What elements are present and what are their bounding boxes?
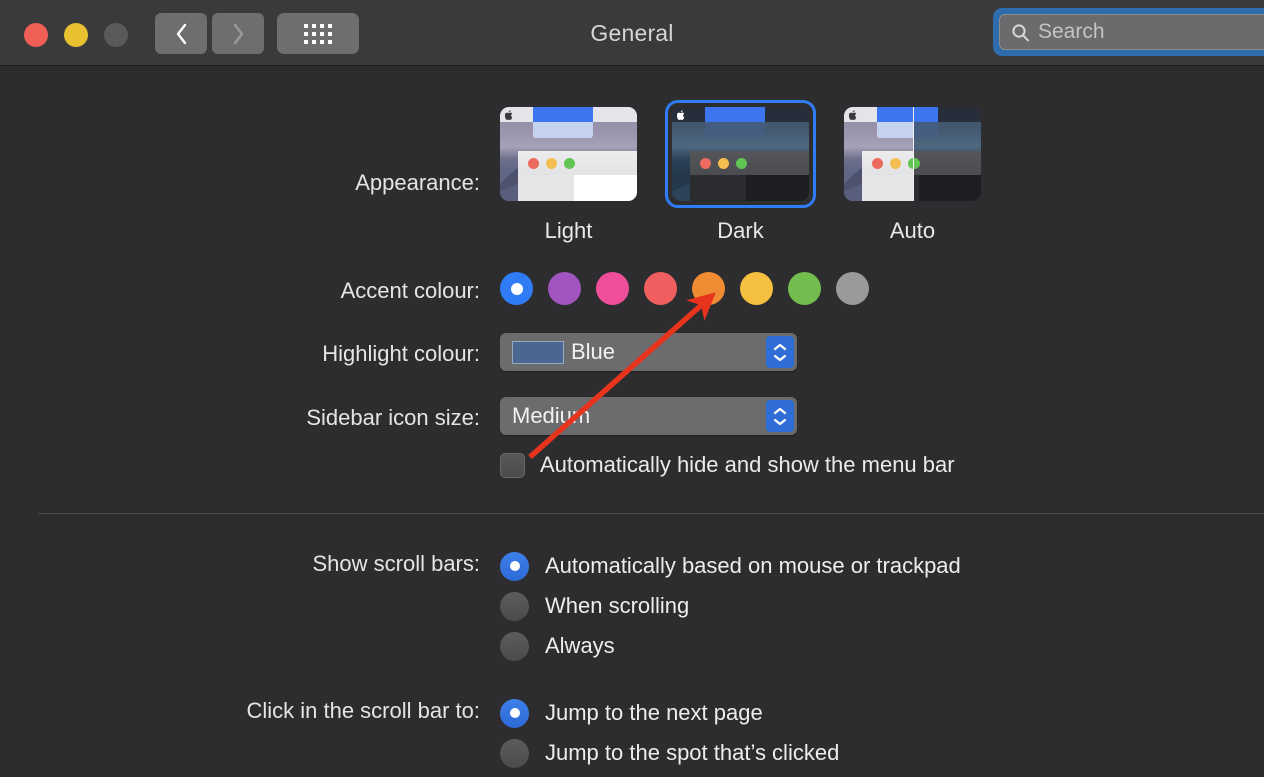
click-scroll-bar-label: Click in the scroll bar to: [246, 698, 480, 723]
appearance-label-light: Light [544, 218, 593, 243]
apple-logo-icon [849, 109, 857, 120]
window-titlebar: General Search [0, 0, 1264, 66]
show-scroll-bars-label: Show scroll bars: [312, 551, 480, 576]
sidebar-icon-size-label: Sidebar icon size: [306, 405, 480, 430]
appearance-thumb-dark-frame [665, 100, 816, 208]
search-field-focus-ring: Search [993, 8, 1264, 56]
thumb-close-dot [527, 157, 539, 169]
accent-colour-label: Accent colour: [340, 278, 480, 303]
auto-light-half [844, 107, 913, 201]
search-icon [1012, 23, 1029, 41]
scrollclick-option-next-page[interactable]: Jump to the next page [500, 693, 839, 733]
radio-label-scrollbars-when-scrolling: When scrolling [545, 593, 690, 618]
accent-swatch-purple[interactable] [548, 272, 581, 305]
chevron-down-icon [773, 418, 787, 425]
chevron-up-icon [773, 343, 787, 350]
radio-label-scrollclick-next-page: Jump to the next page [545, 700, 763, 725]
accent-swatch-blue[interactable] [500, 272, 533, 305]
accent-swatch-yellow[interactable] [740, 272, 773, 305]
scrollbars-option-when-scrolling[interactable]: When scrolling [500, 586, 961, 626]
thumb-minimize-dot [889, 157, 901, 169]
section-divider [38, 513, 1264, 514]
radio-scrollbars-when-scrolling[interactable] [500, 591, 529, 621]
sidebar-icon-size-value: Medium [512, 403, 591, 428]
thumb-window-titlebar [913, 151, 981, 175]
appearance-thumb-auto-frame [837, 100, 988, 208]
appearance-label: Appearance: [355, 170, 480, 195]
thumb-zoom-dot [735, 157, 747, 169]
auto-hide-menu-bar-row[interactable]: Automatically hide and show the menu bar [500, 452, 955, 478]
highlight-colour-stepper[interactable] [766, 336, 794, 368]
accent-swatch-graphite[interactable] [836, 272, 869, 305]
preferences-content: Appearance: Light Dark Auto Accent colou… [0, 66, 1264, 777]
chevron-down-icon [773, 354, 787, 361]
search-placeholder: Search [1038, 20, 1105, 43]
radio-label-scrollbars-automatic: Automatically based on mouse or trackpad [545, 553, 961, 578]
apple-logo-icon [505, 109, 513, 120]
thumb-minimize-dot [545, 157, 557, 169]
sidebar-icon-size-select[interactable]: Medium [500, 397, 797, 435]
thumb-zoom-dot [913, 157, 920, 169]
chevron-up-icon [773, 407, 787, 414]
appearance-option-light[interactable]: Light [500, 100, 637, 244]
radio-label-scrollclick-spot-clicked: Jump to the spot that’s clicked [545, 740, 840, 765]
appearance-label-auto: Auto [889, 218, 936, 243]
click-scroll-bar-group: Jump to the next page Jump to the spot t… [500, 693, 839, 773]
thumb-window-titlebar [861, 151, 913, 175]
thumb-window-titlebar [517, 151, 637, 175]
highlight-colour-value: Blue [571, 339, 616, 364]
appearance-thumbnail-dark [672, 107, 809, 201]
scrollbars-option-always[interactable]: Always [500, 626, 961, 666]
radio-scrollbars-always[interactable] [500, 631, 529, 661]
highlight-colour-label: Highlight colour: [322, 341, 480, 366]
thumb-window-titlebar [689, 151, 809, 175]
accent-swatch-orange[interactable] [692, 272, 725, 305]
appearance-options: Light Dark Auto [500, 100, 981, 244]
accent-swatch-pink[interactable] [596, 272, 629, 305]
search-input[interactable]: Search [999, 14, 1264, 50]
scrollclick-option-spot-clicked[interactable]: Jump to the spot that’s clicked [500, 733, 839, 773]
scrollbars-option-automatic[interactable]: Automatically based on mouse or trackpad [500, 546, 961, 586]
radio-scrollclick-spot-clicked[interactable] [500, 738, 529, 768]
thumb-close-dot [699, 157, 711, 169]
accent-swatch-red[interactable] [644, 272, 677, 305]
highlight-colour-select[interactable]: Blue [500, 333, 797, 371]
highlight-colour-swatch [512, 340, 564, 364]
show-scroll-bars-group: Automatically based on mouse or trackpad… [500, 546, 961, 666]
auto-hide-menu-bar-label: Automatically hide and show the menu bar [540, 452, 955, 477]
accent-swatch-green[interactable] [788, 272, 821, 305]
radio-label-scrollbars-always: Always [545, 633, 615, 658]
appearance-thumb-light-frame [493, 100, 644, 208]
appearance-option-auto[interactable]: Auto [844, 100, 981, 244]
thumb-zoom-dot [563, 157, 575, 169]
accent-colour-swatches [500, 272, 869, 305]
apple-logo-icon [677, 109, 685, 120]
thumb-close-dot [871, 157, 883, 169]
thumb-minimize-dot [717, 157, 729, 169]
auto-hide-menu-bar-checkbox[interactable] [500, 452, 525, 478]
appearance-option-dark[interactable]: Dark [665, 100, 816, 244]
radio-scrollclick-next-page[interactable] [500, 698, 529, 728]
appearance-thumbnail-light [500, 107, 637, 201]
radio-scrollbars-automatic[interactable] [500, 551, 529, 581]
appearance-thumbnail-auto [844, 107, 981, 201]
system-preferences-general-window: General Search Appearance: Light Dark Au… [0, 0, 1264, 777]
sidebar-icon-size-stepper[interactable] [766, 400, 794, 432]
auto-dark-half [912, 107, 981, 201]
appearance-label-dark: Dark [717, 218, 764, 243]
